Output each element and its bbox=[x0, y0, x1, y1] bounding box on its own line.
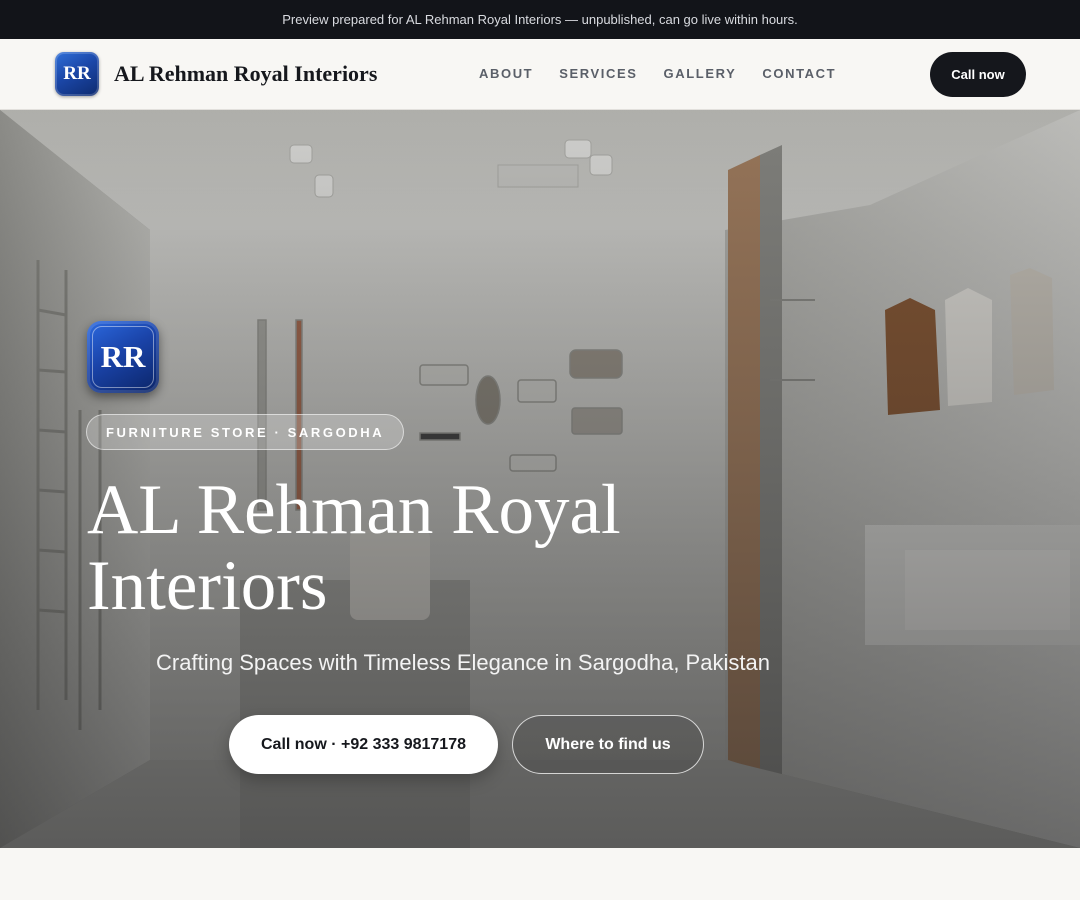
call-phone-button[interactable]: Call now · +92 333 9817178 bbox=[229, 715, 498, 774]
hero-title-line-2: Interiors bbox=[87, 547, 328, 625]
nav-link-about[interactable]: ABOUT bbox=[479, 66, 533, 81]
logo-text: RR bbox=[63, 63, 91, 84]
find-us-button[interactable]: Where to find us bbox=[512, 715, 704, 774]
hero-title-line-1: AL Rehman Royal bbox=[87, 471, 621, 549]
preview-banner: Preview prepared for AL Rehman Royal Int… bbox=[0, 0, 1080, 39]
site-header: RR AL Rehman Royal Interiors ABOUT SERVI… bbox=[0, 39, 1080, 110]
brand-name[interactable]: AL Rehman Royal Interiors bbox=[114, 61, 377, 87]
nav-link-services[interactable]: SERVICES bbox=[559, 66, 637, 81]
hero-logo-text: RR bbox=[100, 339, 146, 374]
hero-tagline: Crafting Spaces with Timeless Elegance i… bbox=[156, 650, 770, 675]
hero-title: AL Rehman Royal Interiors bbox=[87, 472, 727, 624]
category-badge: FURNITURE STORE · SARGODHA bbox=[86, 414, 405, 450]
preview-banner-text: Preview prepared for AL Rehman Royal Int… bbox=[282, 12, 798, 27]
hero-logo-badge: RR bbox=[87, 321, 159, 393]
header-call-button[interactable]: Call now bbox=[930, 52, 1026, 97]
logo-badge[interactable]: RR bbox=[55, 52, 99, 96]
nav-link-contact[interactable]: CONTACT bbox=[762, 66, 836, 81]
hero-section: RR FURNITURE STORE · SARGODHA AL Rehman … bbox=[0, 110, 1080, 848]
main-nav: ABOUT SERVICES GALLERY CONTACT bbox=[479, 66, 836, 81]
nav-link-gallery[interactable]: GALLERY bbox=[664, 66, 737, 81]
